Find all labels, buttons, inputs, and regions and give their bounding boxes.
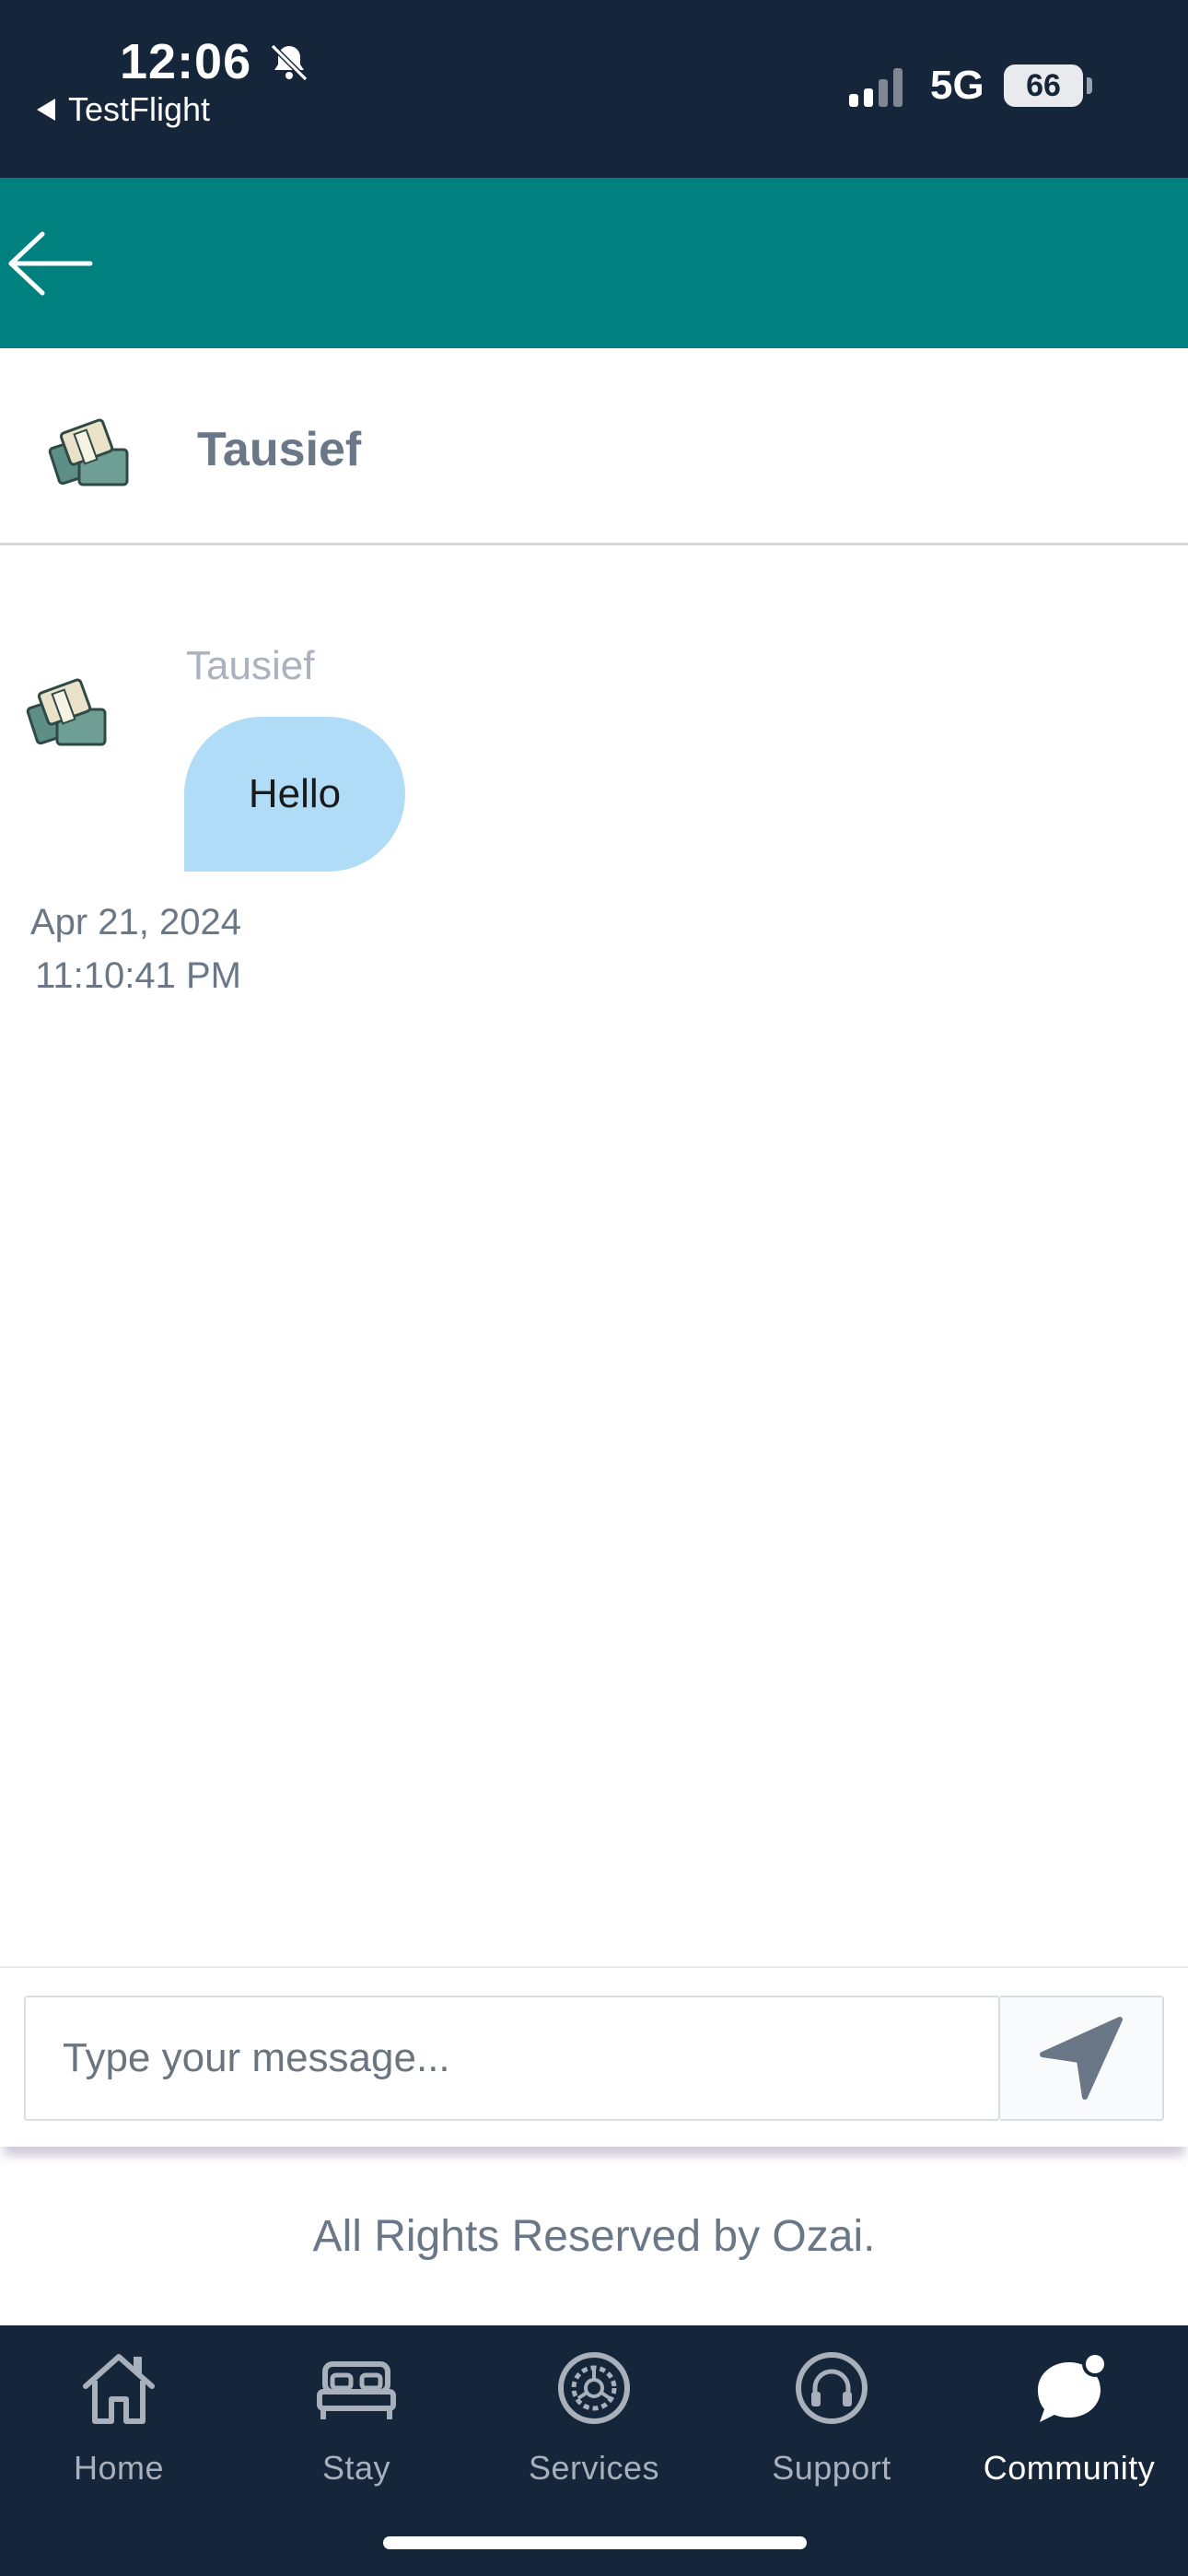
nav-services[interactable]: Services	[475, 2344, 713, 2510]
message-date: Apr 21, 2024	[29, 902, 241, 943]
nav-community[interactable]: Community	[950, 2344, 1188, 2510]
chat-bubbles-icon	[1038, 2351, 1108, 2422]
network-label: 5G	[930, 63, 984, 108]
message-timestamp: Apr 21, 2024 11:10:41 PM	[18, 896, 241, 1002]
nav-label-stay: Stay	[321, 2449, 391, 2487]
message-input[interactable]	[24, 1996, 1000, 2121]
home-icon	[83, 2354, 155, 2424]
nav-label-community: Community	[983, 2449, 1156, 2487]
home-indicator[interactable]	[383, 2536, 807, 2549]
back-app-label: TestFlight	[68, 90, 211, 128]
chat-title: Tausief	[197, 423, 362, 476]
signal-icon	[849, 66, 903, 107]
message-bubble[interactable]: Hello	[184, 717, 405, 872]
app-header	[0, 178, 1188, 348]
message-text: Hello	[248, 771, 342, 816]
bed-icon	[317, 2361, 396, 2419]
battery-cap	[1087, 77, 1092, 94]
bell-muted-icon	[270, 43, 309, 82]
send-arrow-icon	[1040, 2017, 1123, 2100]
nav-support[interactable]: Support	[713, 2344, 950, 2510]
battery-icon: 66	[1004, 64, 1083, 107]
composer-bar	[0, 1966, 1188, 2147]
status-time: 12:06	[120, 34, 252, 89]
money-stack-avatar-icon	[48, 418, 129, 486]
nav-home[interactable]: Home	[0, 2344, 238, 2510]
message-time: 11:10:41 PM	[35, 955, 241, 996]
footer-copyright: All Rights Reserved by Ozai.	[312, 2212, 876, 2261]
gear-icon	[558, 2352, 630, 2424]
back-arrow-icon[interactable]	[6, 228, 94, 299]
message-sender: Tausief	[186, 643, 315, 688]
headphones-icon	[796, 2352, 868, 2424]
back-triangle-icon	[37, 99, 55, 121]
nav-stay[interactable]: Stay	[238, 2344, 475, 2510]
back-to-testflight[interactable]: TestFlight	[37, 90, 210, 129]
nav-label-support: Support	[772, 2449, 891, 2487]
status-bar: 12:06 TestFlight 5G 66	[0, 0, 1188, 178]
nav-label-services: Services	[528, 2449, 660, 2487]
nav-label-home: Home	[73, 2449, 165, 2487]
chat-header: Tausief	[0, 348, 1188, 545]
send-button[interactable]	[1000, 1996, 1164, 2121]
sender-avatar-icon	[26, 678, 107, 746]
